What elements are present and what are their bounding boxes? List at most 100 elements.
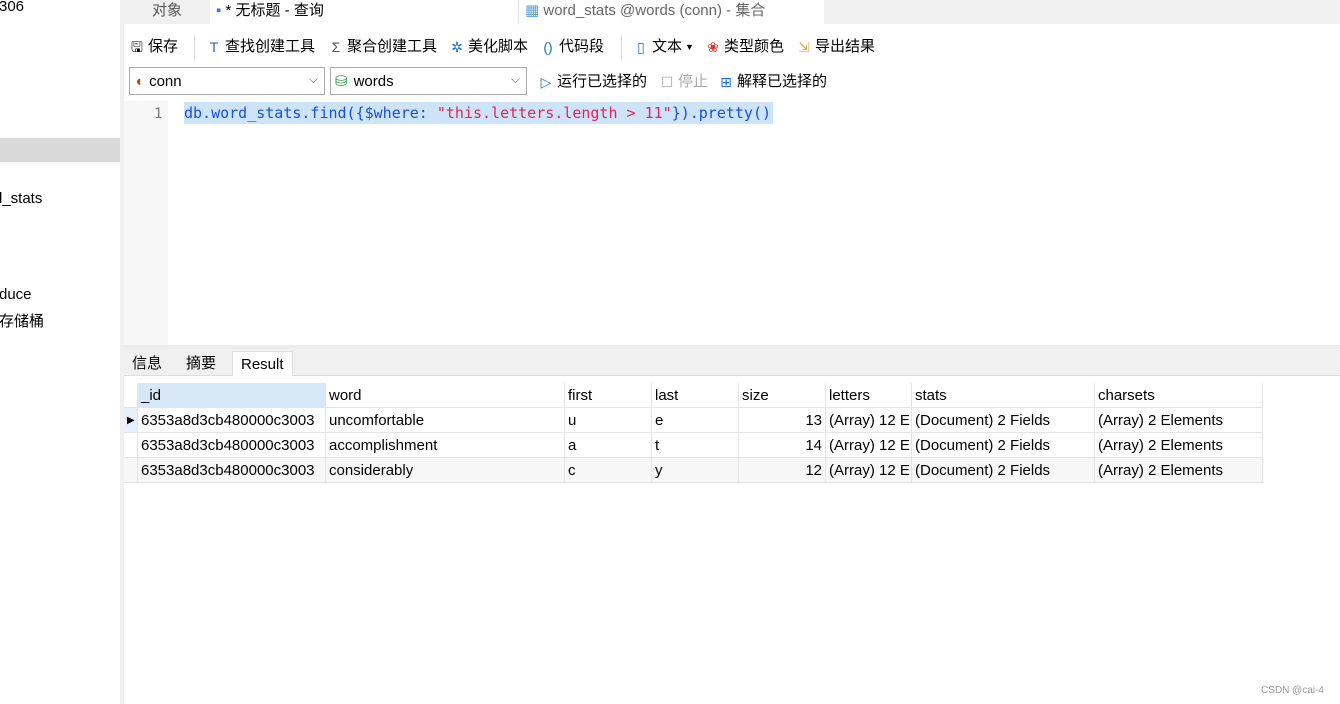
table-row[interactable]: ▶ 6353a8d3cb480000c3003 uncomfortable u e 13(… <box>124 408 1264 433</box>
dropdown-arrow-icon: ▼ <box>685 42 694 52</box>
tab-info[interactable]: 信息 <box>124 351 170 376</box>
run-selected-button[interactable]: ▷ 运行已选择的 <box>538 68 647 96</box>
grid-cell[interactable]: u <box>565 408 652 433</box>
column-header-stats[interactable]: stats <box>912 383 1095 408</box>
result-tab-bar: 信息 摘要 Result <box>124 349 1340 376</box>
code-string: "this.letters.length > 11" <box>436 104 672 122</box>
grid-cell[interactable]: y <box>652 458 739 483</box>
text-view-button[interactable]: ▯ 文本 ▼ <box>633 33 694 61</box>
tab-label: 信息 <box>132 355 163 372</box>
label: 运行已选择的 <box>557 73 648 90</box>
grid-cell[interactable]: (Document) 2 Fields <box>912 433 1095 458</box>
row-header-corner[interactable] <box>124 383 138 408</box>
export-button[interactable]: ⇲ 导出结果 <box>796 33 875 61</box>
table-row[interactable]: 6353a8d3cb480000c3003 accomplishment a t 14(… <box>124 433 1264 458</box>
sidebar-selected-item[interactable] <box>0 138 120 162</box>
tab-query[interactable]: ▪ * 无标题 - 查询 <box>210 0 518 24</box>
grid-cell[interactable]: (Array) 2 Elements <box>1095 458 1263 483</box>
grid-cell[interactable]: 13 <box>739 408 826 433</box>
magic-wand-icon: ✲ <box>451 39 463 55</box>
label: 类型颜色 <box>724 38 785 55</box>
line-gutter: 1 <box>124 101 168 345</box>
find-builder-button[interactable]: T 查找创建工具 <box>206 33 315 61</box>
divider <box>621 35 622 59</box>
row-indicator[interactable] <box>124 458 138 483</box>
column-header-word[interactable]: word <box>326 383 565 408</box>
label: 聚合创建工具 <box>347 38 438 55</box>
query-icon: ▪ <box>216 2 222 19</box>
document-icon: ▯ <box>637 39 645 55</box>
sidebar-item[interactable]: l_stats <box>0 190 42 207</box>
grid-cell[interactable]: accomplishment <box>326 433 565 458</box>
tab-collection[interactable]: ▦ word_stats @words (conn) - 集合 <box>518 0 824 24</box>
database-select[interactable]: ⛁ words ⌵ <box>330 67 527 95</box>
export-icon: ⇲ <box>798 39 810 55</box>
explain-selected-button[interactable]: ⊞ 解释已选择的 <box>718 68 827 96</box>
tab-objects[interactable]: 对象 <box>146 0 182 24</box>
column-header-id[interactable]: _id <box>138 383 326 408</box>
watermark: CSDN @cai-4 <box>1261 685 1324 696</box>
label: 美化脚本 <box>468 38 529 55</box>
code-text: }).pretty() <box>671 104 772 122</box>
connection-select[interactable]: ◖ conn ⌵ <box>129 67 325 95</box>
grid-cell[interactable]: t <box>652 433 739 458</box>
grid-cell[interactable]: 6353a8d3cb480000c3003 <box>138 433 326 458</box>
divider <box>194 35 195 59</box>
grid-cell[interactable]: (Array) 12 E <box>826 458 912 483</box>
tab-label: * 无标题 - 查询 <box>225 2 324 19</box>
grid-cell[interactable]: 12 <box>739 458 826 483</box>
tab-bar: 对象 ▪ * 无标题 - 查询 ▦ word_stats @words (con… <box>124 0 1340 24</box>
play-icon: ▷ <box>540 74 552 90</box>
grid-cell[interactable]: (Array) 12 E <box>826 408 912 433</box>
grid-cell[interactable]: considerably <box>326 458 565 483</box>
save-button[interactable]: 🖫 保存 <box>129 33 178 61</box>
label: 解释已选择的 <box>737 73 828 90</box>
grid-cell[interactable]: 6353a8d3cb480000c3003 <box>138 458 326 483</box>
grid-cell[interactable]: (Array) 2 Elements <box>1095 408 1263 433</box>
save-icon: 🖫 <box>131 39 143 55</box>
stop-button[interactable]: ☐ 停止 <box>659 68 708 96</box>
tab-summary[interactable]: 摘要 <box>178 351 224 376</box>
sidebar-item[interactable]: 306 <box>0 0 24 15</box>
table-row[interactable]: 6353a8d3cb480000c3003 considerably c y 12 (Ar… <box>124 458 1264 483</box>
grid-cell[interactable]: (Document) 2 Fields <box>912 458 1095 483</box>
grid-cell[interactable]: (Document) 2 Fields <box>912 408 1095 433</box>
tab-label: word_stats @words (conn) - 集合 <box>543 2 766 19</box>
column-header-first[interactable]: first <box>565 383 652 408</box>
sidebar-item[interactable]: duce <box>0 286 32 303</box>
aggregate-builder-button[interactable]: Σ 聚合创建工具 <box>328 33 437 61</box>
type-color-button[interactable]: ❀ 类型颜色 <box>705 33 784 61</box>
sigma-icon: Σ <box>331 39 341 55</box>
grid-cell[interactable]: c <box>565 458 652 483</box>
beautify-button[interactable]: ✲ 美化脚本 <box>449 33 528 61</box>
grid-cell[interactable]: 6353a8d3cb480000c3003 <box>138 408 326 433</box>
hammer-icon: T <box>209 39 219 55</box>
parentheses-icon: () <box>543 39 553 55</box>
label: 导出结果 <box>815 38 876 55</box>
row-indicator[interactable] <box>124 433 138 458</box>
label: 代码段 <box>559 38 605 55</box>
sidebar-item[interactable]: 存储桶 <box>0 310 44 331</box>
line-number: 1 <box>154 106 163 122</box>
tab-result[interactable]: Result <box>232 351 293 376</box>
row-indicator[interactable]: ▶ <box>124 408 138 433</box>
chevron-down-icon: ⌵ <box>308 72 318 86</box>
label: words <box>353 72 394 90</box>
grid-cell[interactable]: 14 <box>739 433 826 458</box>
grid-cell[interactable]: (Array) 12 E <box>826 433 912 458</box>
column-header-charsets[interactable]: charsets <box>1095 383 1263 408</box>
color-circles-icon: ❀ <box>707 39 719 55</box>
grid-cell[interactable]: a <box>565 433 652 458</box>
query-editor[interactable] <box>124 101 1340 345</box>
grid-cell[interactable]: e <box>652 408 739 433</box>
snippet-button[interactable]: () 代码段 <box>540 33 604 61</box>
object-sidebar: 306 l_stats duce 存储桶 <box>0 0 120 704</box>
tab-label: 摘要 <box>186 355 217 372</box>
explain-tree-icon: ⊞ <box>720 74 732 90</box>
column-header-size[interactable]: size <box>739 383 826 408</box>
code-line[interactable]: db.word_stats.find({$where: "this.letter… <box>184 102 774 124</box>
column-header-last[interactable]: last <box>652 383 739 408</box>
column-header-letters[interactable]: letters <box>826 383 912 408</box>
grid-cell[interactable]: uncomfortable <box>326 408 565 433</box>
grid-cell[interactable]: (Array) 2 Elements <box>1095 433 1263 458</box>
